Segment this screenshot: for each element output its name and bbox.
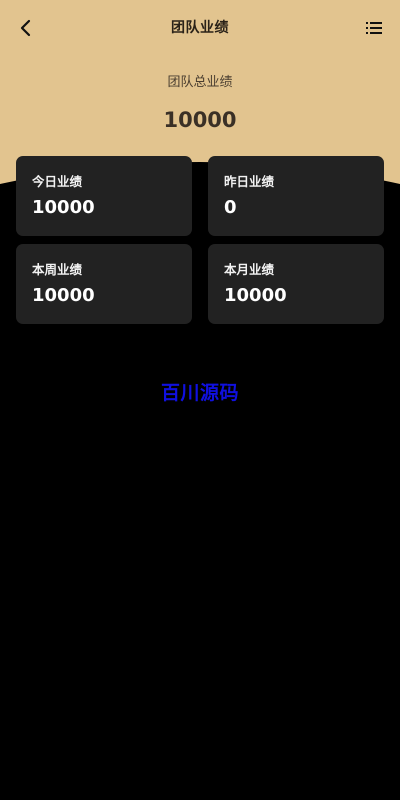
stat-card-week: 本周业绩 10000 xyxy=(16,244,192,324)
stat-card-today: 今日业绩 10000 xyxy=(16,156,192,236)
total-performance-value: 10000 xyxy=(163,108,237,132)
stat-card-label: 今日业绩 xyxy=(32,174,83,189)
top-navigation-bar: 团队业绩 xyxy=(0,0,400,56)
stat-card-value: 10000 xyxy=(32,197,95,218)
team-performance-page: 团队业绩 团队总业绩 10000 今日业绩 10000 昨日业绩 0 本周业绩 … xyxy=(0,0,400,800)
stat-card-value: 10000 xyxy=(224,285,287,306)
stat-card-value: 10000 xyxy=(32,285,95,306)
stat-card-label: 昨日业绩 xyxy=(224,174,275,189)
stat-card-yesterday: 昨日业绩 0 xyxy=(208,156,384,236)
menu-button[interactable] xyxy=(360,14,388,42)
stat-card-month: 本月业绩 10000 xyxy=(208,244,384,324)
total-performance-label: 团队总业绩 xyxy=(167,75,233,90)
watermark-text: 百川源码 xyxy=(160,382,239,404)
list-menu-icon xyxy=(366,22,382,34)
stat-card-label: 本月业绩 xyxy=(224,262,275,277)
page-title: 团队业绩 xyxy=(171,20,229,36)
stat-card-value: 0 xyxy=(224,197,237,218)
stat-card-label: 本周业绩 xyxy=(32,262,83,277)
